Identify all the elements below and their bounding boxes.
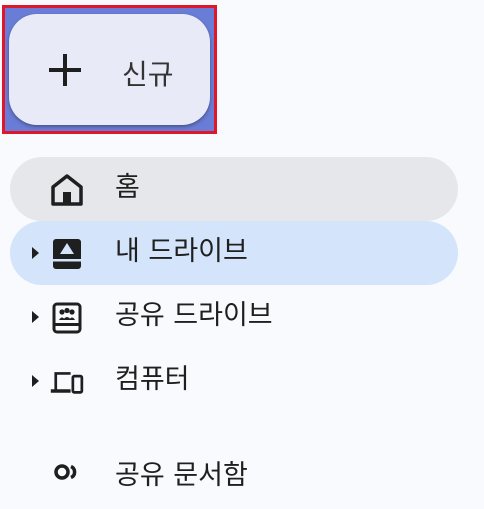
- expand-caret-icon[interactable]: [32, 247, 39, 259]
- plus-icon: [49, 54, 81, 86]
- sidebar-item-shared-with-me-label: 공유 문서함: [115, 460, 248, 491]
- sidebar-item-shared-drives[interactable]: 공유 드라이브: [10, 285, 458, 349]
- sidebar-item-my-drive[interactable]: 내 드라이브: [10, 221, 458, 285]
- expand-caret-icon[interactable]: [32, 375, 39, 387]
- sidebar-item-my-drive-label: 내 드라이브: [115, 236, 248, 267]
- sidebar-item-shared-drives-label: 공유 드라이브: [115, 300, 273, 331]
- sidebar-item-home[interactable]: 홈: [10, 157, 458, 221]
- computers-icon: [50, 372, 84, 394]
- home-icon: [51, 174, 83, 206]
- new-button[interactable]: 신규: [9, 14, 210, 125]
- sidebar-item-shared-with-me[interactable]: 공유 문서함: [10, 445, 458, 509]
- sidebar-item-computers[interactable]: 컴퓨터: [10, 349, 458, 413]
- new-button-label: 신규: [122, 58, 174, 91]
- expand-caret-icon[interactable]: [32, 311, 39, 323]
- people-icon: [54, 464, 77, 480]
- sidebar-item-home-label: 홈: [115, 172, 140, 203]
- shared-drive-icon: [52, 302, 82, 334]
- sidebar-item-computers-label: 컴퓨터: [115, 364, 190, 395]
- drive-icon: [53, 239, 81, 269]
